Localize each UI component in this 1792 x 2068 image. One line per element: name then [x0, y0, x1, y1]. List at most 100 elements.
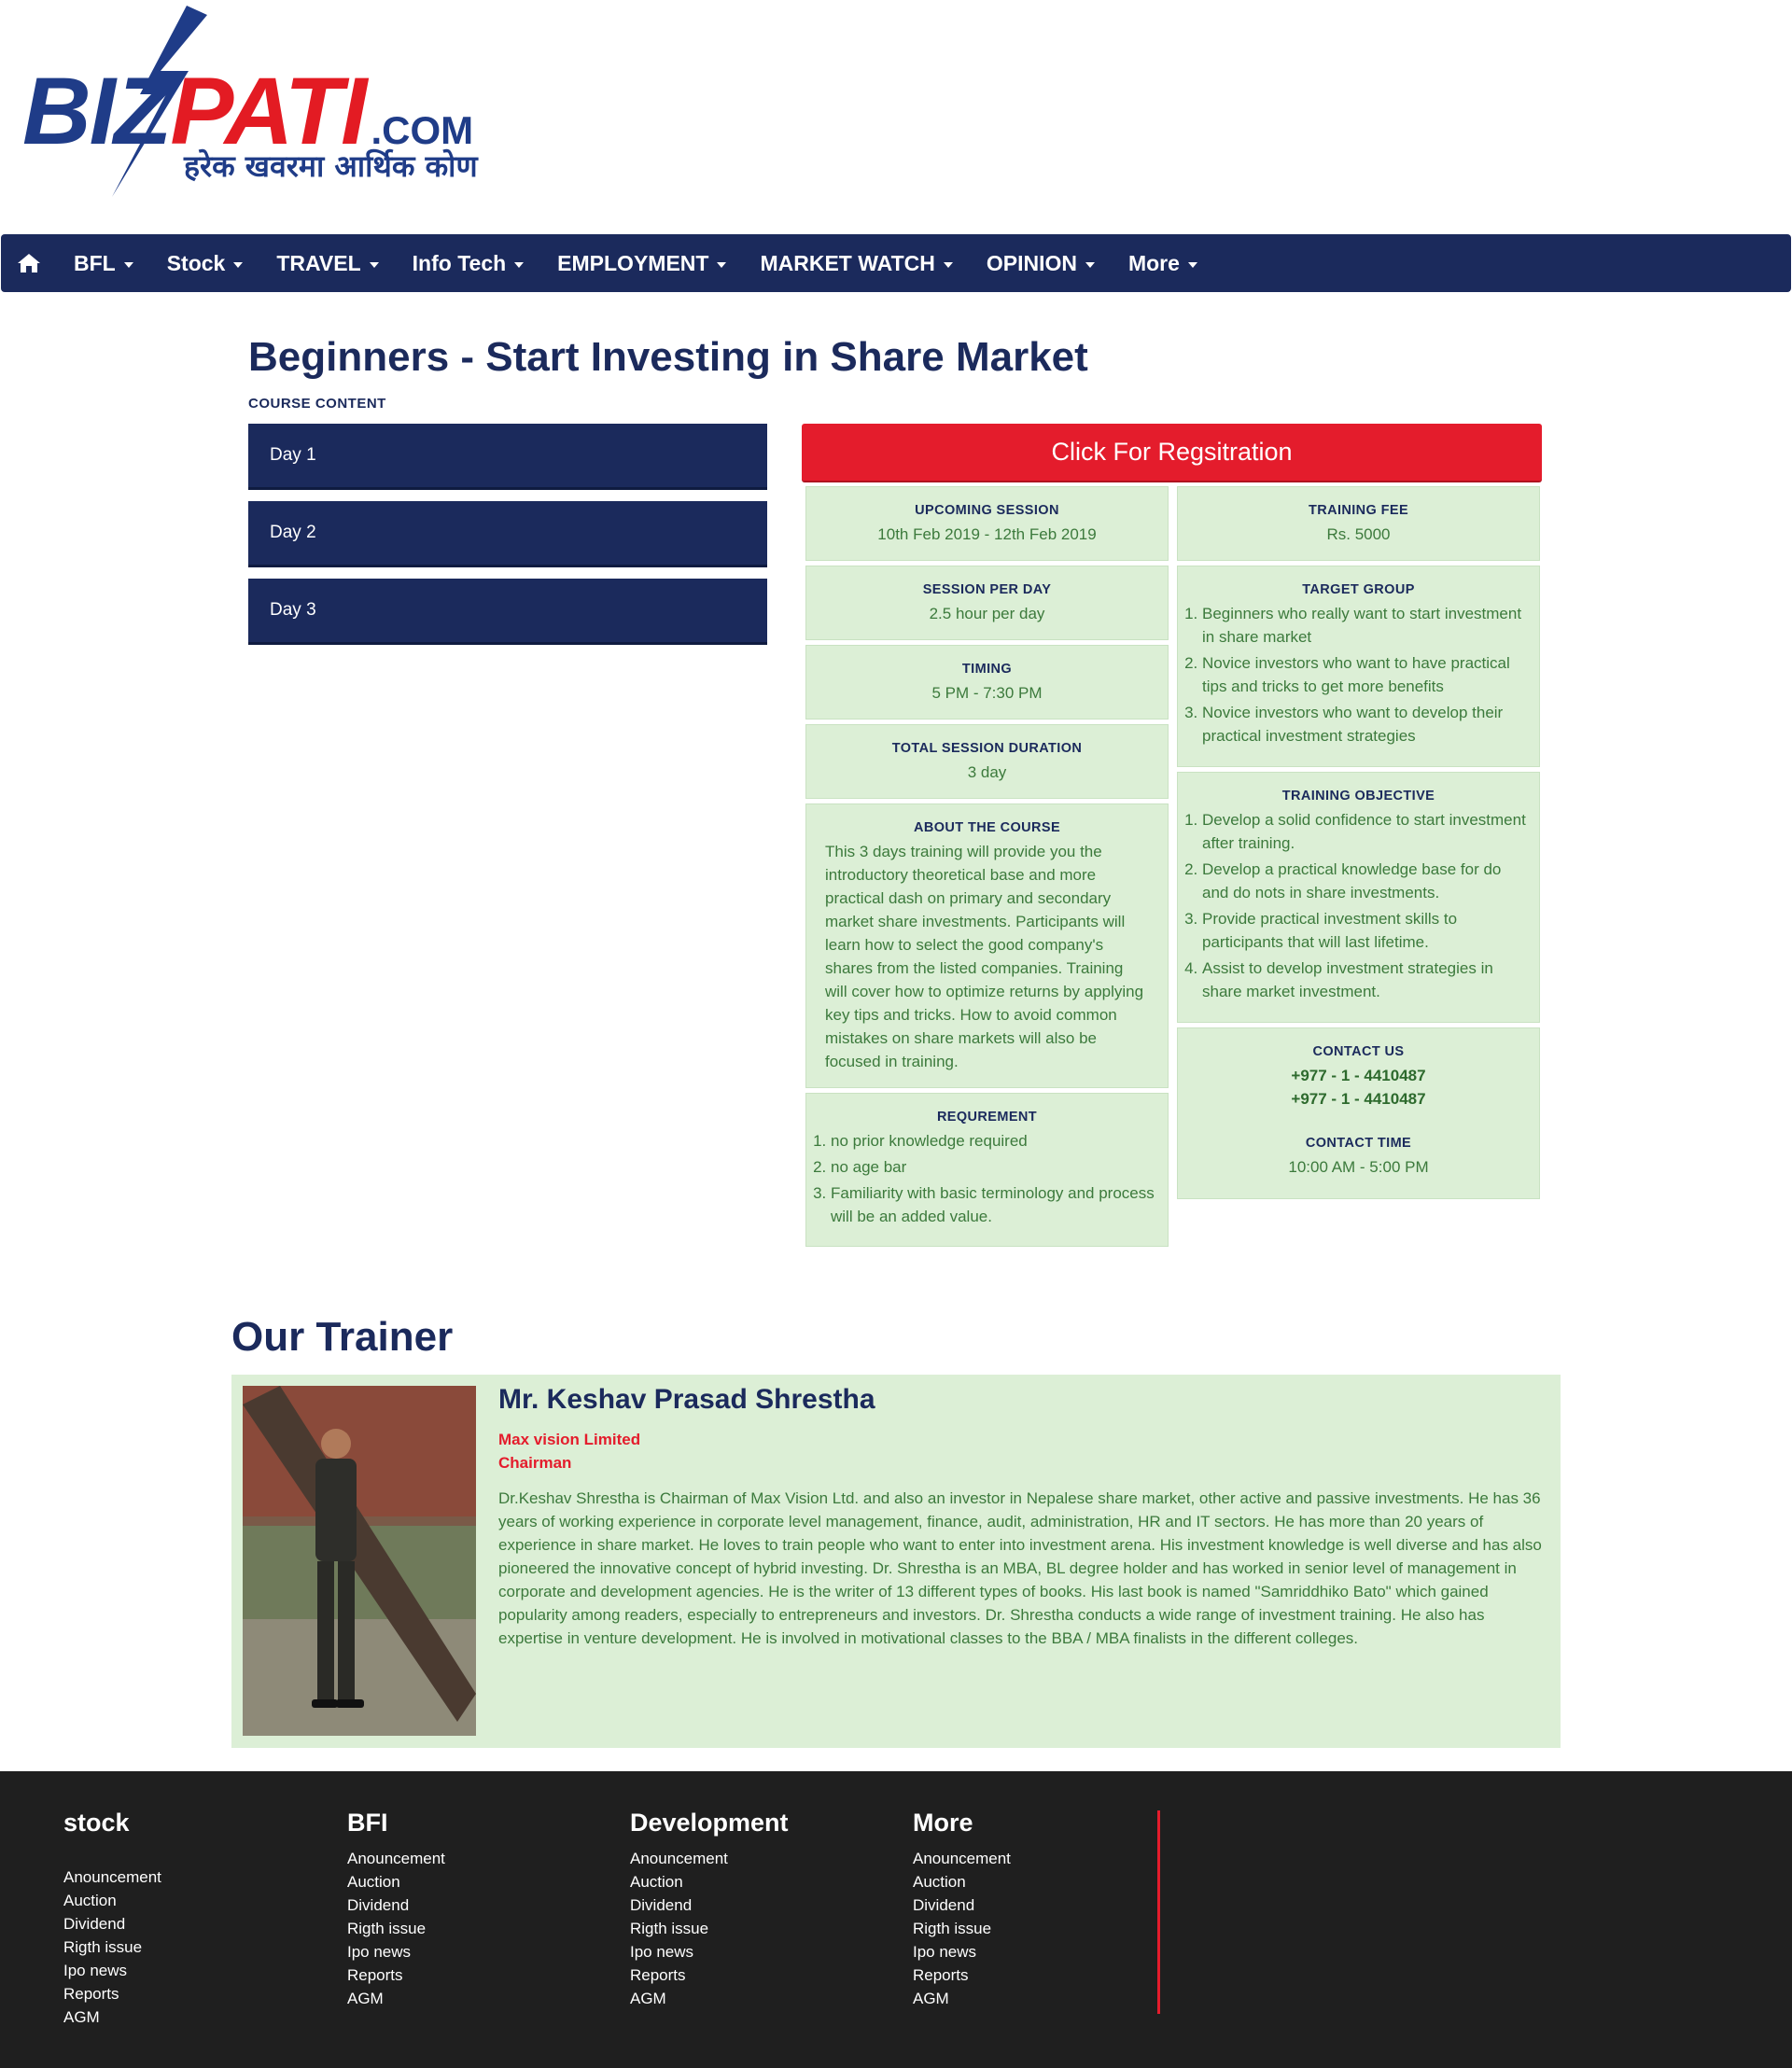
nav-item-market-watch[interactable]: MARKET WATCH — [743, 234, 969, 292]
footer-column-title: Development — [630, 1809, 789, 1837]
footer-column-more: More Anouncement Auction Dividend Rigth … — [913, 1809, 1174, 2010]
trainer-name: Mr. Keshav Prasad Shrestha — [498, 1384, 875, 1415]
footer-link[interactable]: Dividend — [347, 1893, 609, 1917]
trainer-heading: Our Trainer — [231, 1314, 454, 1360]
footer-link[interactable]: AGM — [913, 1987, 1174, 2010]
list-item: Assist to develop investment strategies … — [1202, 957, 1526, 1003]
caret-down-icon — [1187, 261, 1197, 268]
footer-link[interactable]: Ipo news — [913, 1940, 1174, 1963]
footer-link[interactable]: Auction — [63, 1889, 325, 1912]
nav-item-info-tech[interactable]: Info Tech — [396, 234, 541, 292]
contact-phone-1[interactable]: +977 - 1 - 4410487 — [1178, 1064, 1539, 1087]
requirement-list: no prior knowledge required no age bar F… — [806, 1129, 1168, 1228]
list-item: Develop a solid confidence to start inve… — [1202, 808, 1526, 855]
course-content-label: COURSE CONTENT — [248, 396, 386, 412]
logo-tagline: हरेक खवरमा आर्थिक कोण — [184, 148, 478, 184]
session-per-day-value: 2.5 hour per day — [929, 605, 1045, 622]
footer-link[interactable]: Ipo news — [630, 1940, 891, 1963]
list-item: no prior knowledge required — [831, 1129, 1155, 1153]
footer-link[interactable]: Dividend — [913, 1893, 1174, 1917]
card-label: UPCOMING SESSION — [915, 503, 1059, 518]
training-fee-value: Rs. 5000 — [1326, 525, 1391, 543]
footer-link[interactable]: AGM — [347, 1987, 609, 2010]
card-label: SESSION PER DAY — [922, 582, 1052, 597]
nav-item-opinion[interactable]: OPINION — [970, 234, 1112, 292]
nav-item-employment[interactable]: EMPLOYMENT — [540, 234, 743, 292]
list-item: Beginners who really want to start inves… — [1202, 602, 1526, 649]
day-1-button[interactable]: Day 1 — [248, 424, 767, 490]
footer-column-bfi: BFI Anouncement Auction Dividend Rigth i… — [347, 1809, 609, 2010]
footer-link[interactable]: AGM — [63, 2005, 325, 2029]
caret-down-icon — [1085, 261, 1095, 268]
footer-link[interactable]: Auction — [347, 1870, 609, 1893]
caret-down-icon — [369, 261, 379, 268]
site-logo[interactable]: BIZPATI .COM हरेक खवरमा आर्थिक कोण — [19, 6, 485, 202]
caret-down-icon — [717, 261, 727, 268]
target-group-list: Beginners who really want to start inves… — [1178, 602, 1539, 748]
nav-label: More — [1127, 250, 1180, 275]
page-title: Beginners - Start Investing in Share Mar… — [248, 334, 1088, 380]
trainer-card: Mr. Keshav Prasad Shrestha Max vision Li… — [231, 1375, 1561, 1748]
footer-link[interactable]: Reports — [347, 1963, 609, 1987]
nav-label: BFL — [74, 250, 116, 275]
footer-link[interactable]: Anouncement — [347, 1847, 609, 1870]
training-objective-card: TRAINING OBJECTIVE Develop a solid confi… — [1177, 772, 1540, 1023]
card-label: TRAINING FEE — [1308, 503, 1409, 518]
logo-biz: BIZ — [22, 58, 172, 164]
target-group-card: TARGET GROUP Beginners who really want t… — [1177, 566, 1540, 767]
footer-column-title: More — [913, 1809, 973, 1837]
card-label: ABOUT THE COURSE — [913, 820, 1061, 835]
nav-item-more[interactable]: More — [1112, 234, 1214, 292]
footer-link[interactable]: Rigth issue — [913, 1917, 1174, 1940]
nav-label: TRAVEL — [276, 250, 361, 275]
footer-link[interactable]: Rigth issue — [63, 1935, 325, 1959]
footer-link[interactable]: Rigth issue — [347, 1917, 609, 1940]
footer-column-title: BFI — [347, 1809, 388, 1837]
footer-link[interactable]: Anouncement — [63, 1865, 325, 1889]
footer-column-stock: stock Anouncement Auction Dividend Rigth… — [63, 1809, 325, 2029]
footer-link[interactable]: Reports — [630, 1963, 891, 1987]
footer-link[interactable]: Anouncement — [630, 1847, 891, 1870]
caret-down-icon — [943, 261, 953, 268]
footer-link[interactable]: Reports — [63, 1982, 325, 2005]
caret-down-icon — [123, 261, 133, 268]
nav-home[interactable] — [1, 234, 57, 292]
training-fee-card: TRAINING FEE Rs. 5000 — [1177, 486, 1540, 561]
footer-link[interactable]: Ipo news — [63, 1959, 325, 1982]
nav-label: EMPLOYMENT — [557, 250, 709, 275]
day-2-button[interactable]: Day 2 — [248, 501, 767, 567]
nav-label: MARKET WATCH — [760, 250, 935, 275]
contact-phone-2[interactable]: +977 - 1 - 4410487 — [1178, 1087, 1539, 1111]
nav-item-stock[interactable]: Stock — [150, 234, 260, 292]
footer-link[interactable]: Auction — [913, 1870, 1174, 1893]
total-duration-card: TOTAL SESSION DURATION 3 day — [805, 724, 1169, 799]
footer-column-title: stock — [63, 1809, 130, 1837]
list-item: Familiarity with basic terminology and p… — [831, 1181, 1155, 1228]
nav-item-bfl[interactable]: BFL — [57, 234, 150, 292]
caret-down-icon — [514, 261, 525, 268]
footer-link[interactable]: Rigth issue — [630, 1917, 891, 1940]
list-item: Provide practical investment skills to p… — [1202, 907, 1526, 954]
nav-item-travel[interactable]: TRAVEL — [259, 234, 395, 292]
contact-card: CONTACT US +977 - 1 - 4410487 +977 - 1 -… — [1177, 1027, 1540, 1199]
registration-button[interactable]: Click For Regsitration — [802, 424, 1542, 482]
total-duration-value: 3 day — [967, 763, 1007, 781]
trainer-company: Max vision Limited — [498, 1431, 641, 1448]
nav-label: Stock — [166, 250, 226, 275]
card-label: TOTAL SESSION DURATION — [891, 741, 1083, 756]
footer-link[interactable]: Dividend — [630, 1893, 891, 1917]
footer-link[interactable]: AGM — [630, 1987, 891, 2010]
footer-link[interactable]: Anouncement — [913, 1847, 1174, 1870]
footer-link[interactable]: Reports — [913, 1963, 1174, 1987]
caret-down-icon — [233, 261, 244, 268]
footer-link[interactable]: Dividend — [63, 1912, 325, 1935]
about-course-text: This 3 days training will provide you th… — [825, 843, 1144, 1070]
footer-link[interactable]: Auction — [630, 1870, 891, 1893]
about-course-card: ABOUT THE COURSE This 3 days training wi… — [805, 803, 1169, 1088]
requirement-card: REQUREMENT no prior knowledge required n… — [805, 1093, 1169, 1247]
nav-label: OPINION — [986, 250, 1077, 275]
day-3-button[interactable]: Day 3 — [248, 579, 767, 645]
card-label: CONTACT US — [1312, 1044, 1405, 1059]
footer-link[interactable]: Ipo news — [347, 1940, 609, 1963]
footer-divider — [1157, 1810, 1160, 2014]
